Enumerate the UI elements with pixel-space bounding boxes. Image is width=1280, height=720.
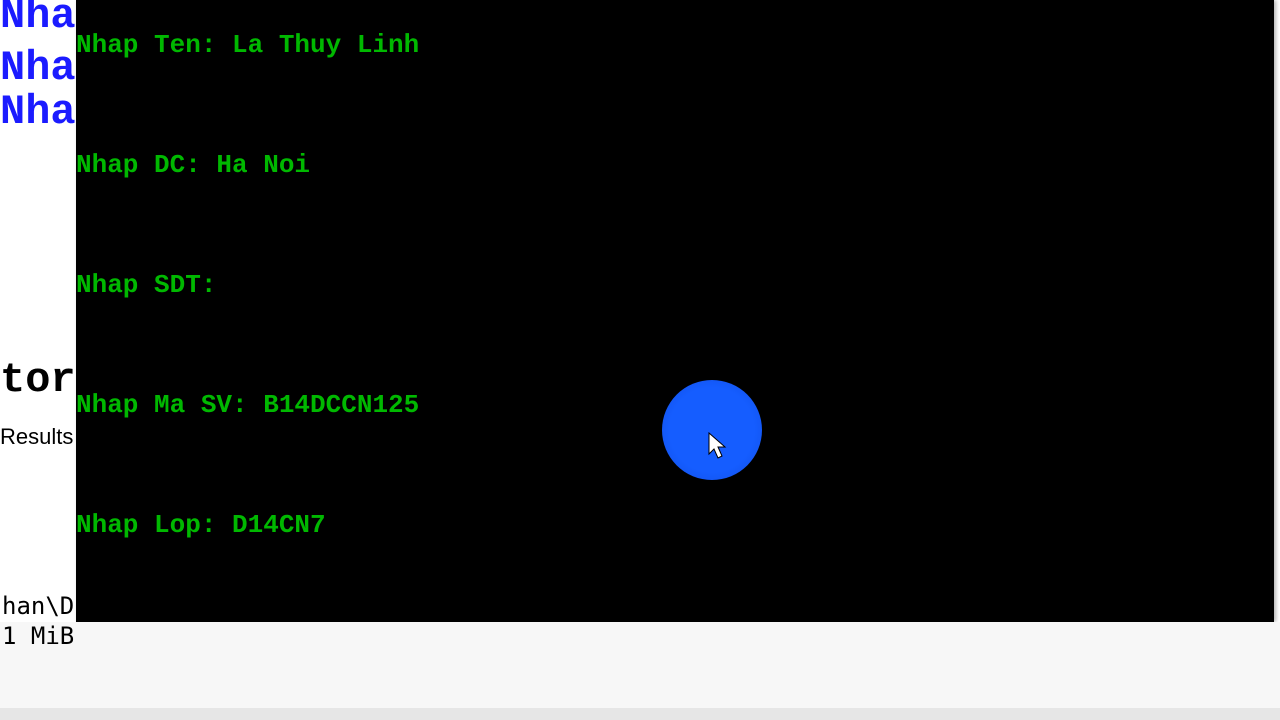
console-line: Nhap Ma SV: B14DCCN125 — [76, 390, 1274, 420]
console-line — [76, 450, 1274, 480]
results-label: Results — [0, 424, 76, 450]
console-line — [76, 570, 1274, 600]
code-frag: tor — [0, 356, 76, 404]
code-frag: Nha — [0, 88, 76, 136]
console-line — [76, 210, 1274, 240]
console-line — [76, 330, 1274, 360]
console-window[interactable]: Nhap Ten: La Thuy Linh Nhap DC: Ha Noi N… — [76, 0, 1274, 622]
console-line: Nhap SDT: — [76, 270, 1274, 300]
console-line: Nhap Lop: D14CN7 — [76, 510, 1274, 540]
code-frag: mr) — [0, 224, 76, 368]
ide-background — [0, 622, 1280, 720]
separator — [0, 708, 1280, 720]
console-line: Nhap Ten: La Thuy Linh — [76, 30, 1274, 60]
code-frag: Nha — [0, 44, 76, 92]
console-line — [76, 90, 1274, 120]
code-frag: Nha — [0, 0, 76, 40]
path-frag: han\D — [2, 592, 74, 620]
console-line: Nhap DC: Ha Noi — [76, 150, 1274, 180]
size-frag: 1 MiB — [2, 622, 74, 650]
